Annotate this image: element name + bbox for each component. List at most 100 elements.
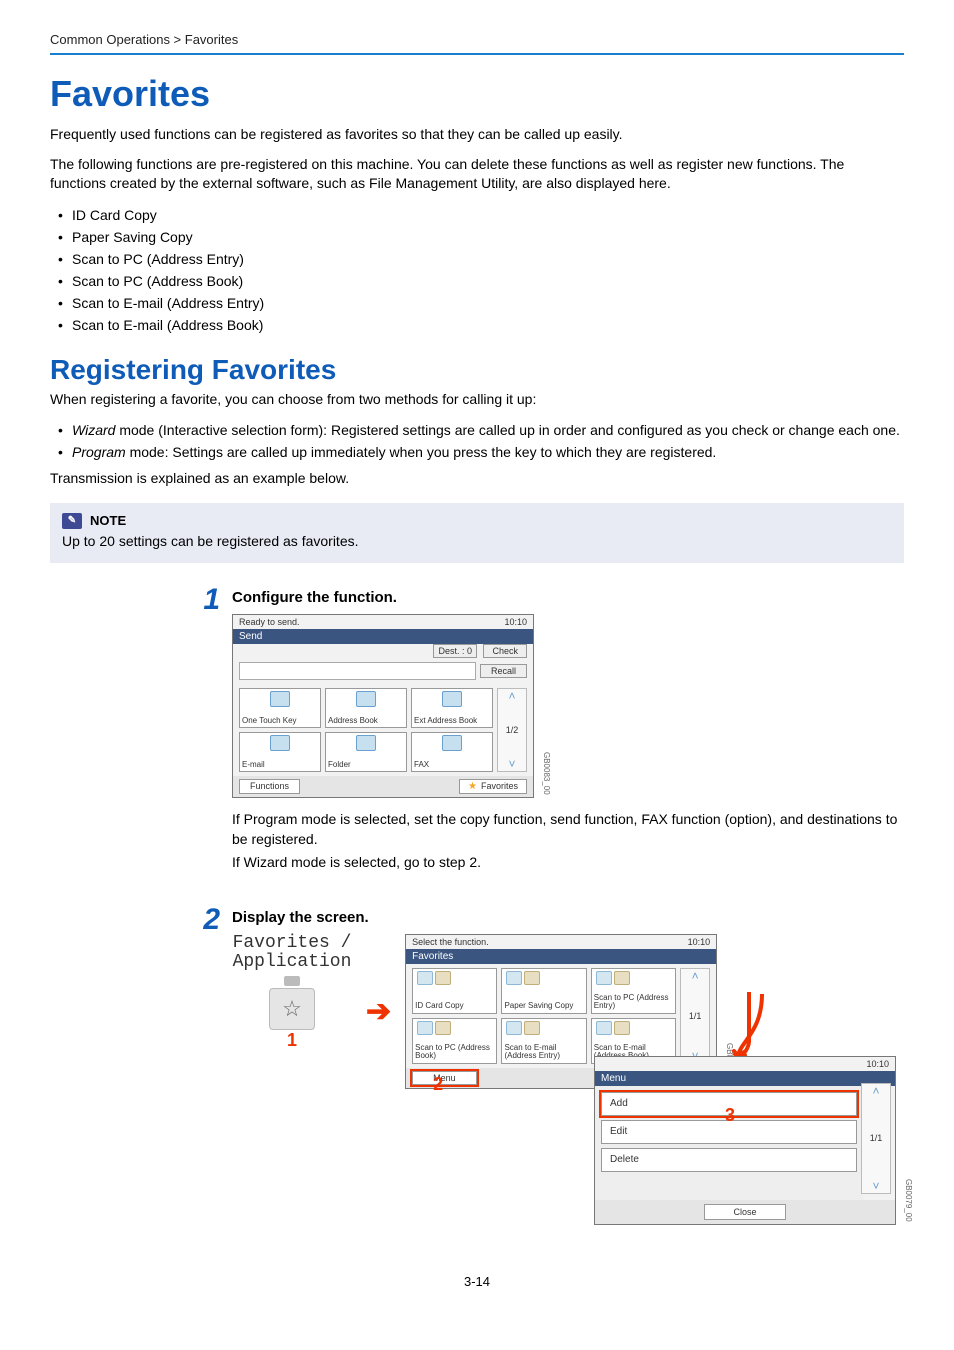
menu-button[interactable]: Menu [412,1071,477,1085]
dest-badge: Dest. : 0 [433,644,477,658]
list-item: ID Card Copy [58,204,904,226]
step-number: 1 [180,583,232,883]
tile-id-card-copy[interactable]: ID Card Copy [412,968,497,1014]
icon-top [284,976,300,986]
note-label: NOTE [90,513,126,528]
tile-icon [417,1021,433,1035]
step-1: 1 Configure the function. Ready to send.… [180,583,904,883]
fav-app-label-1: Favorites / [232,934,352,953]
note-icon: ✎ [62,513,82,529]
list-item-program: Program mode: Settings are called up imm… [58,441,904,463]
breadcrumb: Common Operations > Favorites [50,32,904,53]
page-number: 3-14 [50,1274,904,1289]
panel-header: Send [233,629,533,644]
panel-status: Select the function. [412,937,489,947]
favorites-application-icon[interactable]: Favorites / Application ☆ 1 [232,934,352,1051]
tile-address-book[interactable]: Address Book [325,688,407,728]
menu-delete[interactable]: Delete [601,1148,857,1172]
functions-button[interactable]: Functions [239,779,300,794]
fav-app-label-2: Application [232,953,352,972]
menu-panel: 10:10 Menu Add Edit Delete [594,1056,896,1225]
panel-time: 10:10 [688,937,711,947]
tile-icon [442,735,462,751]
check-button[interactable]: Check [483,644,527,658]
registering-intro: When registering a favorite, you can cho… [50,390,904,410]
panel-status: Ready to send. [239,617,300,627]
tile-icon [442,691,462,707]
right-arrow-icon: ➔ [366,994,391,1029]
tile-icon [596,1021,612,1035]
callout-1: 1 [232,1030,352,1051]
page-indicator: 1/2 [506,725,519,735]
tile-ext-address-book[interactable]: Ext Address Book [411,688,493,728]
chevron-down-icon[interactable]: ˅ [872,1179,879,1193]
functions-list: ID Card Copy Paper Saving Copy Scan to P… [50,204,904,336]
step-title: Configure the function. [232,589,904,606]
tile-icon [356,691,376,707]
tile-icon [524,971,540,985]
step-title: Display the screen. [232,909,904,926]
tile-icon [417,971,433,985]
page-title: Favorites [50,73,904,115]
step1-text-2: If Wizard mode is selected, go to step 2… [232,853,904,873]
close-button[interactable]: Close [704,1204,785,1220]
step1-text-1: If Program mode is selected, set the cop… [232,810,904,849]
favorites-button[interactable]: ★Favorites [459,779,527,794]
callout-3: 3 [725,1105,735,1126]
page-indicator: 1/1 [689,1011,702,1021]
list-item: Scan to E-mail (Address Entry) [58,292,904,314]
modes-list: Wizard mode (Interactive selection form)… [50,419,904,463]
tile-paper-saving[interactable]: Paper Saving Copy [501,968,586,1014]
pager[interactable]: ˄ 1/1 ˅ [861,1083,891,1194]
tile-folder[interactable]: Folder [325,732,407,772]
list-item: Scan to PC (Address Entry) [58,248,904,270]
chevron-down-icon[interactable]: ˅ [508,757,515,771]
tile-icon [614,971,630,985]
tile-icon [506,971,522,985]
list-item: Paper Saving Copy [58,226,904,248]
tile-icon [435,971,451,985]
intro-paragraph-1: Frequently used functions can be registe… [50,125,904,145]
down-arrow-icon [732,992,766,1065]
recall-button[interactable]: Recall [480,664,527,678]
tile-icon [614,1021,630,1035]
list-item: Scan to PC (Address Book) [58,270,904,292]
tile-scan-pc-book[interactable]: Scan to PC (Address Book) [412,1018,497,1064]
tile-icon [435,1021,451,1035]
chevron-up-icon[interactable]: ˄ [692,969,699,983]
tile-icon [270,691,290,707]
tile-scan-pc-entry[interactable]: Scan to PC (Address Entry) [591,968,676,1014]
tile-icon [524,1021,540,1035]
list-item: Scan to E-mail (Address Book) [58,314,904,336]
panel-header: Favorites [406,949,716,964]
side-code: GB0083_00 [542,752,551,795]
star-icon: ☆ [269,988,315,1030]
tile-email[interactable]: E-mail [239,732,321,772]
tile-one-touch-key[interactable]: One Touch Key [239,688,321,728]
transmission-note: Transmission is explained as an example … [50,469,904,489]
tile-icon [270,735,290,751]
note-box: ✎ NOTE Up to 20 settings can be register… [50,503,904,563]
tile-scan-email-entry[interactable]: Scan to E-mail (Address Entry) [501,1018,586,1064]
send-panel: Ready to send. 10:10 Send Dest. : 0 Chec… [232,614,534,798]
panel-time: 10:10 [866,1059,889,1069]
section-title-registering: Registering Favorites [50,354,904,386]
panel-time: 10:10 [504,617,527,627]
step-number: 2 [180,903,232,1244]
page-indicator: 1/1 [870,1133,883,1143]
panel-header: Menu [595,1071,895,1086]
pager[interactable]: ˄ 1/1 ˅ [680,968,710,1064]
intro-paragraph-2: The following functions are pre-register… [50,155,904,194]
divider [50,53,904,55]
chevron-up-icon[interactable]: ˄ [872,1084,879,1098]
tile-icon [356,735,376,751]
address-field[interactable] [239,662,476,680]
callout-2: 2 [433,1074,443,1095]
chevron-up-icon[interactable]: ˄ [508,689,515,703]
tile-fax[interactable]: FAX [411,732,493,772]
note-text: Up to 20 settings can be registered as f… [62,533,892,549]
tile-icon [506,1021,522,1035]
list-item-wizard: Wizard mode (Interactive selection form)… [58,419,904,441]
star-icon: ★ [468,781,477,792]
pager[interactable]: ˄ 1/2 ˅ [497,688,527,772]
